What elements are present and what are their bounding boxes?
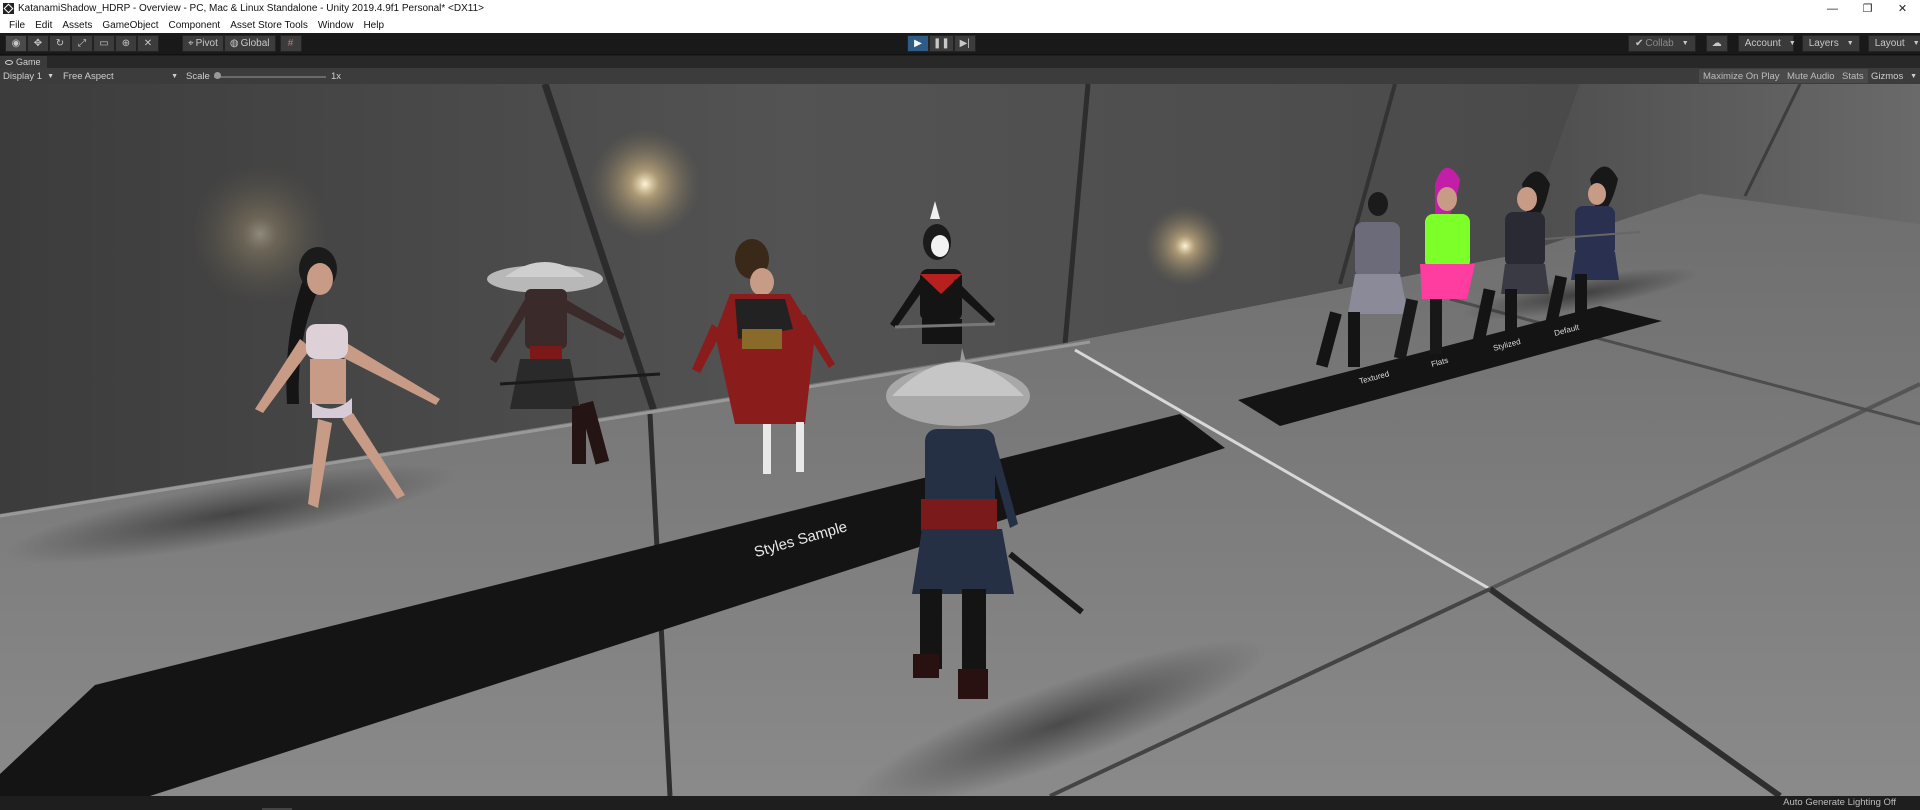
pause-icon: ❚❚ xyxy=(933,37,950,49)
window-title: KatanamiShadow_HDRP - Overview - PC, Mac… xyxy=(18,3,484,14)
tab-bar: Game xyxy=(0,56,1920,68)
right-toolbar: ✔ Collab ▼ ☁ Account ▼ Layers ▼ Layout ▼ xyxy=(1628,35,1920,52)
cloud-button[interactable]: ☁ xyxy=(1705,35,1728,52)
cloud-icon: ☁ xyxy=(1711,37,1722,49)
close-button[interactable]: ✕ xyxy=(1885,0,1920,17)
layout-dropdown[interactable]: Layout ▼ xyxy=(1867,35,1920,52)
check-icon: ✔ xyxy=(1635,38,1644,49)
pivot-toggle[interactable]: ⌖ Pivot xyxy=(182,35,224,52)
display-label: Display 1 xyxy=(3,70,43,82)
transform-tools: ◉ ✥ ↻ ⤢ ▭ ⊕ ✕ xyxy=(5,35,159,52)
step-icon: ▶| xyxy=(959,37,970,49)
stats-toggle[interactable]: Stats xyxy=(1838,69,1868,83)
scale-tool-icon[interactable]: ⤢ xyxy=(71,35,93,52)
pause-button[interactable]: ❚❚ xyxy=(929,35,954,52)
lighting-status[interactable]: Auto Generate Lighting Off xyxy=(1783,797,1896,808)
menu-window[interactable]: Window xyxy=(313,20,359,31)
game-view-toolbar: Display 1 ▼ Free Aspect ▼ Scale 1x Maximiz… xyxy=(0,68,1920,84)
layers-label: Layers xyxy=(1808,38,1839,49)
pivot-icon: ⌖ xyxy=(188,38,194,49)
scale-label: Scale xyxy=(186,70,210,82)
menu-component[interactable]: Component xyxy=(164,20,226,31)
chevron-down-icon: ▼ xyxy=(1846,40,1854,47)
scale-slider-handle[interactable] xyxy=(214,72,221,79)
mute-audio-toggle[interactable]: Mute Audio xyxy=(1783,69,1839,83)
rotate-tool-icon[interactable]: ↻ xyxy=(49,35,71,52)
chevron-down-icon: ▼ xyxy=(1910,72,1917,80)
game-view-icon xyxy=(5,59,13,65)
rect-tool-icon[interactable]: ▭ xyxy=(93,35,115,52)
window-controls: — ❐ ✕ xyxy=(1815,0,1920,17)
move-tool-icon[interactable]: ✥ xyxy=(27,35,49,52)
wall-light xyxy=(1145,206,1225,286)
maximize-on-play-toggle[interactable]: Maximize On Play xyxy=(1699,69,1784,83)
transform-tool-icon[interactable]: ⊕ xyxy=(115,35,137,52)
chevron-down-icon: ▼ xyxy=(1788,40,1796,47)
grid-snap-icon[interactable]: # xyxy=(279,35,302,52)
account-label: Account xyxy=(1744,38,1781,49)
wall-light xyxy=(590,129,700,239)
layers-dropdown[interactable]: Layers ▼ xyxy=(1801,35,1860,52)
aspect-label: Free Aspect xyxy=(63,70,114,82)
scene-render: Styles Sample Textured Flats Stylized De… xyxy=(0,84,1920,796)
main-toolbar: ◉ ✥ ↻ ⤢ ▭ ⊕ ✕ ⌖ Pivot ◍ Global # ▶ ❚❚ ▶| ✔… xyxy=(0,33,1920,55)
scale-value: 1x xyxy=(331,70,342,82)
layout-label: Layout xyxy=(1874,38,1905,49)
pivot-label: Pivot xyxy=(195,38,218,49)
globe-icon: ◍ xyxy=(229,38,239,49)
global-toggle[interactable]: ◍ Global xyxy=(223,35,276,52)
menu-assets[interactable]: Assets xyxy=(57,20,97,31)
collab-dropdown[interactable]: ✔ Collab ▼ xyxy=(1628,35,1696,52)
chevron-down-icon: ▼ xyxy=(47,72,55,80)
handle-toggles: ⌖ Pivot ◍ Global # xyxy=(182,35,302,52)
step-button[interactable]: ▶| xyxy=(953,35,976,52)
chevron-down-icon: ▼ xyxy=(1681,40,1689,47)
account-dropdown[interactable]: Account ▼ xyxy=(1737,35,1796,52)
display-dropdown[interactable]: Display 1 ▼ xyxy=(3,68,54,84)
global-label: Global xyxy=(240,38,270,49)
menu-bar: File Edit Assets GameObject Component As… xyxy=(0,17,1920,33)
tab-game-label: Game xyxy=(16,57,41,67)
aspect-dropdown[interactable]: Free Aspect ▼ xyxy=(63,68,178,84)
menu-edit[interactable]: Edit xyxy=(30,20,57,31)
menu-asset-store-tools[interactable]: Asset Store Tools xyxy=(225,20,313,31)
play-icon: ▶ xyxy=(914,37,922,49)
minimize-button[interactable]: — xyxy=(1815,0,1850,17)
scale-slider[interactable] xyxy=(214,76,326,78)
playmode-controls: ▶ ❚❚ ▶| xyxy=(907,35,976,52)
chevron-down-icon: ▼ xyxy=(171,72,178,80)
menu-gameobject[interactable]: GameObject xyxy=(97,20,163,31)
gizmos-dropdown[interactable]: Gizmos ▼ xyxy=(1867,68,1920,84)
window-titlebar: KatanamiShadow_HDRP - Overview - PC, Mac… xyxy=(0,0,1920,17)
collab-label: Collab xyxy=(1645,38,1674,49)
restore-button[interactable]: ❐ xyxy=(1850,0,1885,17)
chevron-down-icon: ▼ xyxy=(1912,40,1920,47)
gizmos-label: Gizmos xyxy=(1871,70,1904,82)
view-tool-icon[interactable]: ◉ xyxy=(5,35,27,52)
status-bar: Auto Generate Lighting Off xyxy=(0,796,1920,810)
custom-tool-icon[interactable]: ✕ xyxy=(137,35,159,52)
tab-game[interactable]: Game xyxy=(0,56,47,68)
play-button[interactable]: ▶ xyxy=(907,35,929,52)
unity-logo-icon xyxy=(3,3,14,14)
menu-file[interactable]: File xyxy=(4,20,30,31)
game-viewport[interactable]: Styles Sample Textured Flats Stylized De… xyxy=(0,84,1920,796)
menu-help[interactable]: Help xyxy=(358,20,389,31)
